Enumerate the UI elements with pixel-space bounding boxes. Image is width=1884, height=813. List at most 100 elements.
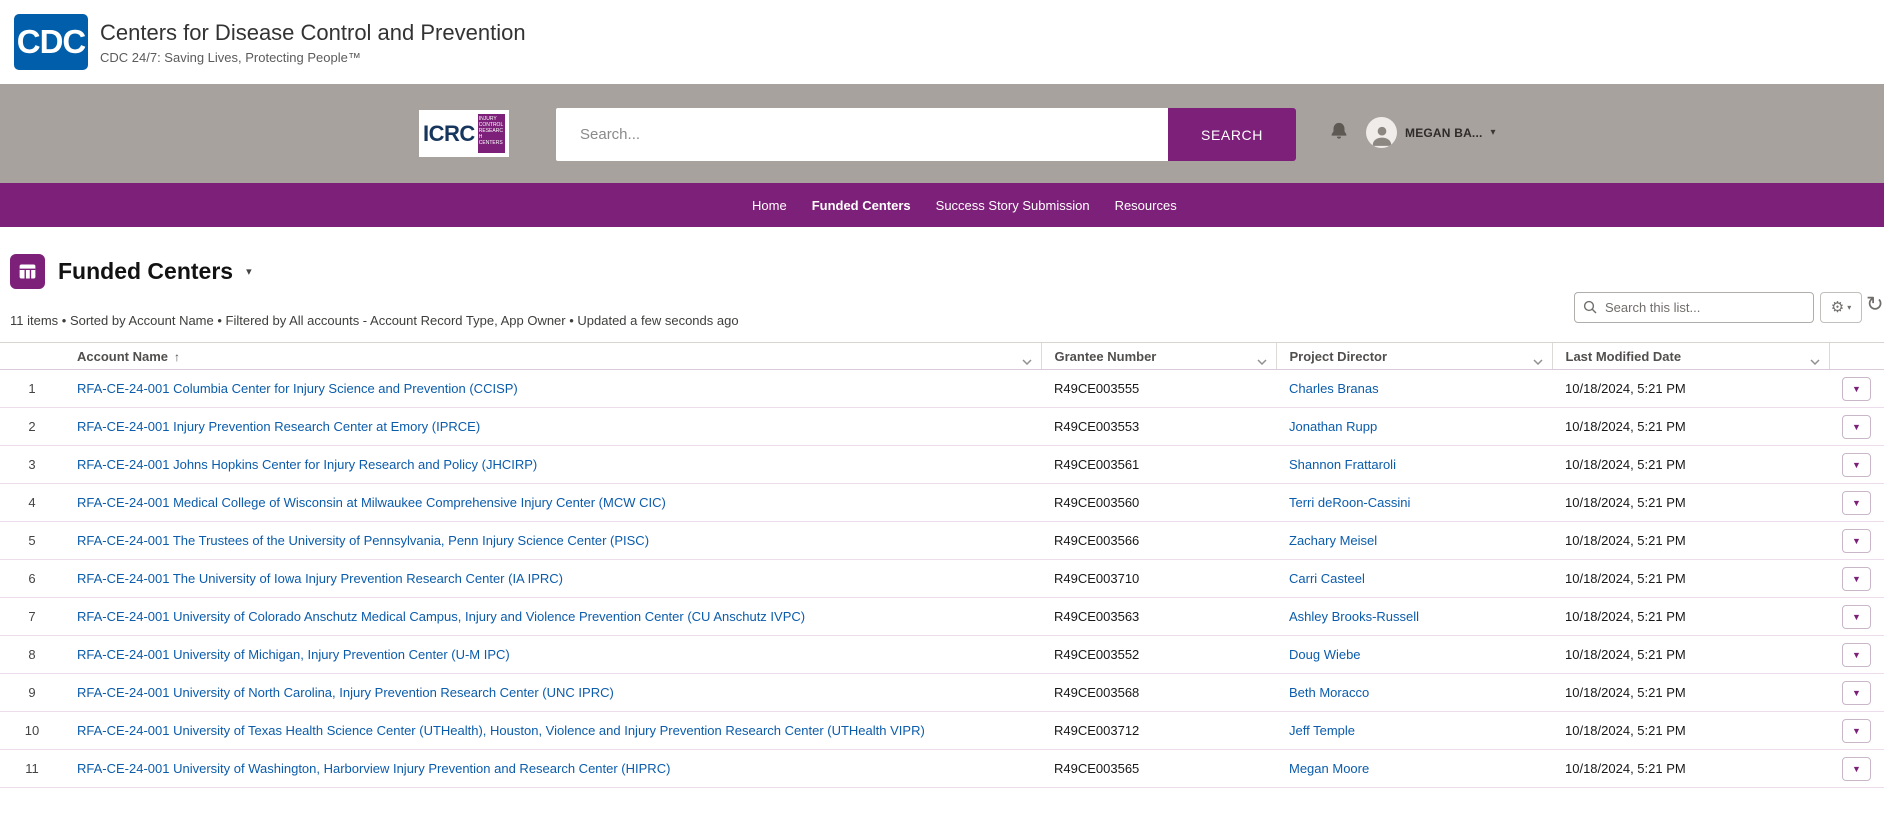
project-director-link[interactable]: Terri deRoon-Cassini — [1289, 495, 1410, 510]
project-director-link[interactable]: Jeff Temple — [1289, 723, 1355, 738]
chevron-down-icon: ▼ — [1852, 384, 1861, 394]
records-table: Account Name↑ Grantee Number Project Dir… — [0, 342, 1884, 788]
row-number: 5 — [0, 522, 64, 560]
grantee-number-cell: R49CE003565 — [1041, 750, 1276, 788]
column-label: Project Director — [1290, 349, 1388, 364]
actions-column-header — [1829, 343, 1884, 370]
chevron-down-icon: ▼ — [1852, 460, 1861, 470]
global-search-button[interactable]: SEARCH — [1168, 108, 1296, 161]
row-actions-button[interactable]: ▼ — [1842, 415, 1871, 439]
chevron-down-icon[interactable] — [1810, 353, 1820, 368]
project-director-link[interactable]: Beth Moracco — [1289, 685, 1369, 700]
chevron-down-icon: ▼ — [1852, 498, 1861, 508]
nav-item-funded-centers[interactable]: Funded Centers — [812, 198, 911, 213]
search-this-list-input[interactable] — [1574, 292, 1814, 323]
column-header-account-name[interactable]: Account Name↑ — [64, 343, 1041, 370]
notifications-bell-button[interactable] — [1328, 121, 1350, 146]
last-modified-cell: 10/18/2024, 5:21 PM — [1552, 750, 1829, 788]
list-settings-button[interactable]: ⚙ ▾ — [1820, 292, 1862, 323]
global-search-input[interactable] — [556, 108, 1168, 161]
grantee-number-cell: R49CE003566 — [1041, 522, 1276, 560]
nav-item-success-story-submission[interactable]: Success Story Submission — [936, 198, 1090, 213]
last-modified-cell: 10/18/2024, 5:21 PM — [1552, 598, 1829, 636]
project-director-link[interactable]: Doug Wiebe — [1289, 647, 1361, 662]
chevron-down-icon: ▼ — [1852, 536, 1861, 546]
row-actions-button[interactable]: ▼ — [1842, 491, 1871, 515]
account-name-link[interactable]: RFA-CE-24-001 University of Washington, … — [77, 761, 670, 776]
row-actions-button[interactable]: ▼ — [1842, 605, 1871, 629]
table-row: 11 RFA-CE-24-001 University of Washingto… — [0, 750, 1884, 788]
avatar — [1366, 117, 1397, 148]
row-number: 8 — [0, 636, 64, 674]
app-banner: ICRC INJURY CONTROL RESEARCH CENTERS SEA… — [0, 84, 1884, 183]
row-number: 11 — [0, 750, 64, 788]
project-director-link[interactable]: Charles Branas — [1289, 381, 1379, 396]
table-icon — [17, 261, 38, 282]
row-actions-button[interactable]: ▼ — [1842, 377, 1871, 401]
table-header-row: Account Name↑ Grantee Number Project Dir… — [0, 343, 1884, 370]
project-director-link[interactable]: Jonathan Rupp — [1289, 419, 1377, 434]
nav-item-home[interactable]: Home — [752, 198, 787, 213]
icrc-logo[interactable]: ICRC INJURY CONTROL RESEARCH CENTERS — [419, 110, 509, 157]
row-actions-button[interactable]: ▼ — [1842, 453, 1871, 477]
row-actions-button[interactable]: ▼ — [1842, 719, 1871, 743]
account-name-link[interactable]: RFA-CE-24-001 The University of Iowa Inj… — [77, 571, 563, 586]
refresh-button[interactable]: ↻ — [1866, 294, 1884, 315]
account-name-link[interactable]: RFA-CE-24-001 Injury Prevention Research… — [77, 419, 480, 434]
cdc-logo[interactable]: CDC — [14, 14, 88, 70]
account-name-link[interactable]: RFA-CE-24-001 The Trustees of the Univer… — [77, 533, 649, 548]
grantee-number-cell: R49CE003712 — [1041, 712, 1276, 750]
row-number: 6 — [0, 560, 64, 598]
account-name-link[interactable]: RFA-CE-24-001 University of North Caroli… — [77, 685, 614, 700]
project-director-link[interactable]: Zachary Meisel — [1289, 533, 1377, 548]
table-body: 1 RFA-CE-24-001 Columbia Center for Inju… — [0, 370, 1884, 788]
column-label: Last Modified Date — [1566, 349, 1682, 364]
table-row: 10 RFA-CE-24-001 University of Texas Hea… — [0, 712, 1884, 750]
project-director-link[interactable]: Shannon Frattaroli — [1289, 457, 1396, 472]
chevron-down-icon[interactable] — [1022, 353, 1032, 368]
row-number: 3 — [0, 446, 64, 484]
last-modified-cell: 10/18/2024, 5:21 PM — [1552, 674, 1829, 712]
row-number: 9 — [0, 674, 64, 712]
chevron-down-icon[interactable] — [1257, 353, 1267, 368]
grantee-number-cell: R49CE003553 — [1041, 408, 1276, 446]
row-number: 4 — [0, 484, 64, 522]
list-view-selector-caret[interactable]: ▾ — [246, 265, 252, 278]
chevron-down-icon[interactable] — [1533, 353, 1543, 368]
account-name-link[interactable]: RFA-CE-24-001 Columbia Center for Injury… — [77, 381, 518, 396]
project-director-link[interactable]: Megan Moore — [1289, 761, 1369, 776]
grantee-number-cell: R49CE003560 — [1041, 484, 1276, 522]
grantee-number-cell: R49CE003561 — [1041, 446, 1276, 484]
last-modified-cell: 10/18/2024, 5:21 PM — [1552, 370, 1829, 408]
table-row: 5 RFA-CE-24-001 The Trustees of the Univ… — [0, 522, 1884, 560]
row-number: 7 — [0, 598, 64, 636]
last-modified-cell: 10/18/2024, 5:21 PM — [1552, 408, 1829, 446]
column-header-project-director[interactable]: Project Director — [1276, 343, 1552, 370]
project-director-link[interactable]: Ashley Brooks-Russell — [1289, 609, 1419, 624]
row-actions-button[interactable]: ▼ — [1842, 529, 1871, 553]
list-view-header: Funded Centers ▾ — [10, 254, 252, 289]
refresh-icon: ↻ — [1866, 293, 1884, 316]
user-menu[interactable]: MEGAN BA... ▾ — [1366, 117, 1496, 148]
chevron-down-icon: ▼ — [1852, 422, 1861, 432]
account-name-link[interactable]: RFA-CE-24-001 University of Colorado Ans… — [77, 609, 805, 624]
account-name-link[interactable]: RFA-CE-24-001 Johns Hopkins Center for I… — [77, 457, 537, 472]
table-row: 3 RFA-CE-24-001 Johns Hopkins Center for… — [0, 446, 1884, 484]
column-label: Grantee Number — [1055, 349, 1157, 364]
row-actions-button[interactable]: ▼ — [1842, 681, 1871, 705]
account-name-link[interactable]: RFA-CE-24-001 University of Texas Health… — [77, 723, 925, 738]
user-icon — [1369, 122, 1395, 148]
column-header-grantee-number[interactable]: Grantee Number — [1041, 343, 1276, 370]
column-header-last-modified-date[interactable]: Last Modified Date — [1552, 343, 1829, 370]
row-number: 2 — [0, 408, 64, 446]
account-name-link[interactable]: RFA-CE-24-001 Medical College of Wiscons… — [77, 495, 666, 510]
row-actions-button[interactable]: ▼ — [1842, 757, 1871, 781]
row-actions-button[interactable]: ▼ — [1842, 567, 1871, 591]
table-row: 1 RFA-CE-24-001 Columbia Center for Inju… — [0, 370, 1884, 408]
account-name-link[interactable]: RFA-CE-24-001 University of Michigan, In… — [77, 647, 510, 662]
icrc-logo-caption: INJURY CONTROL RESEARCH CENTERS — [478, 114, 505, 153]
nav-item-resources[interactable]: Resources — [1115, 198, 1177, 213]
project-director-link[interactable]: Carri Casteel — [1289, 571, 1365, 586]
row-actions-button[interactable]: ▼ — [1842, 643, 1871, 667]
chevron-down-icon: ▼ — [1852, 688, 1861, 698]
